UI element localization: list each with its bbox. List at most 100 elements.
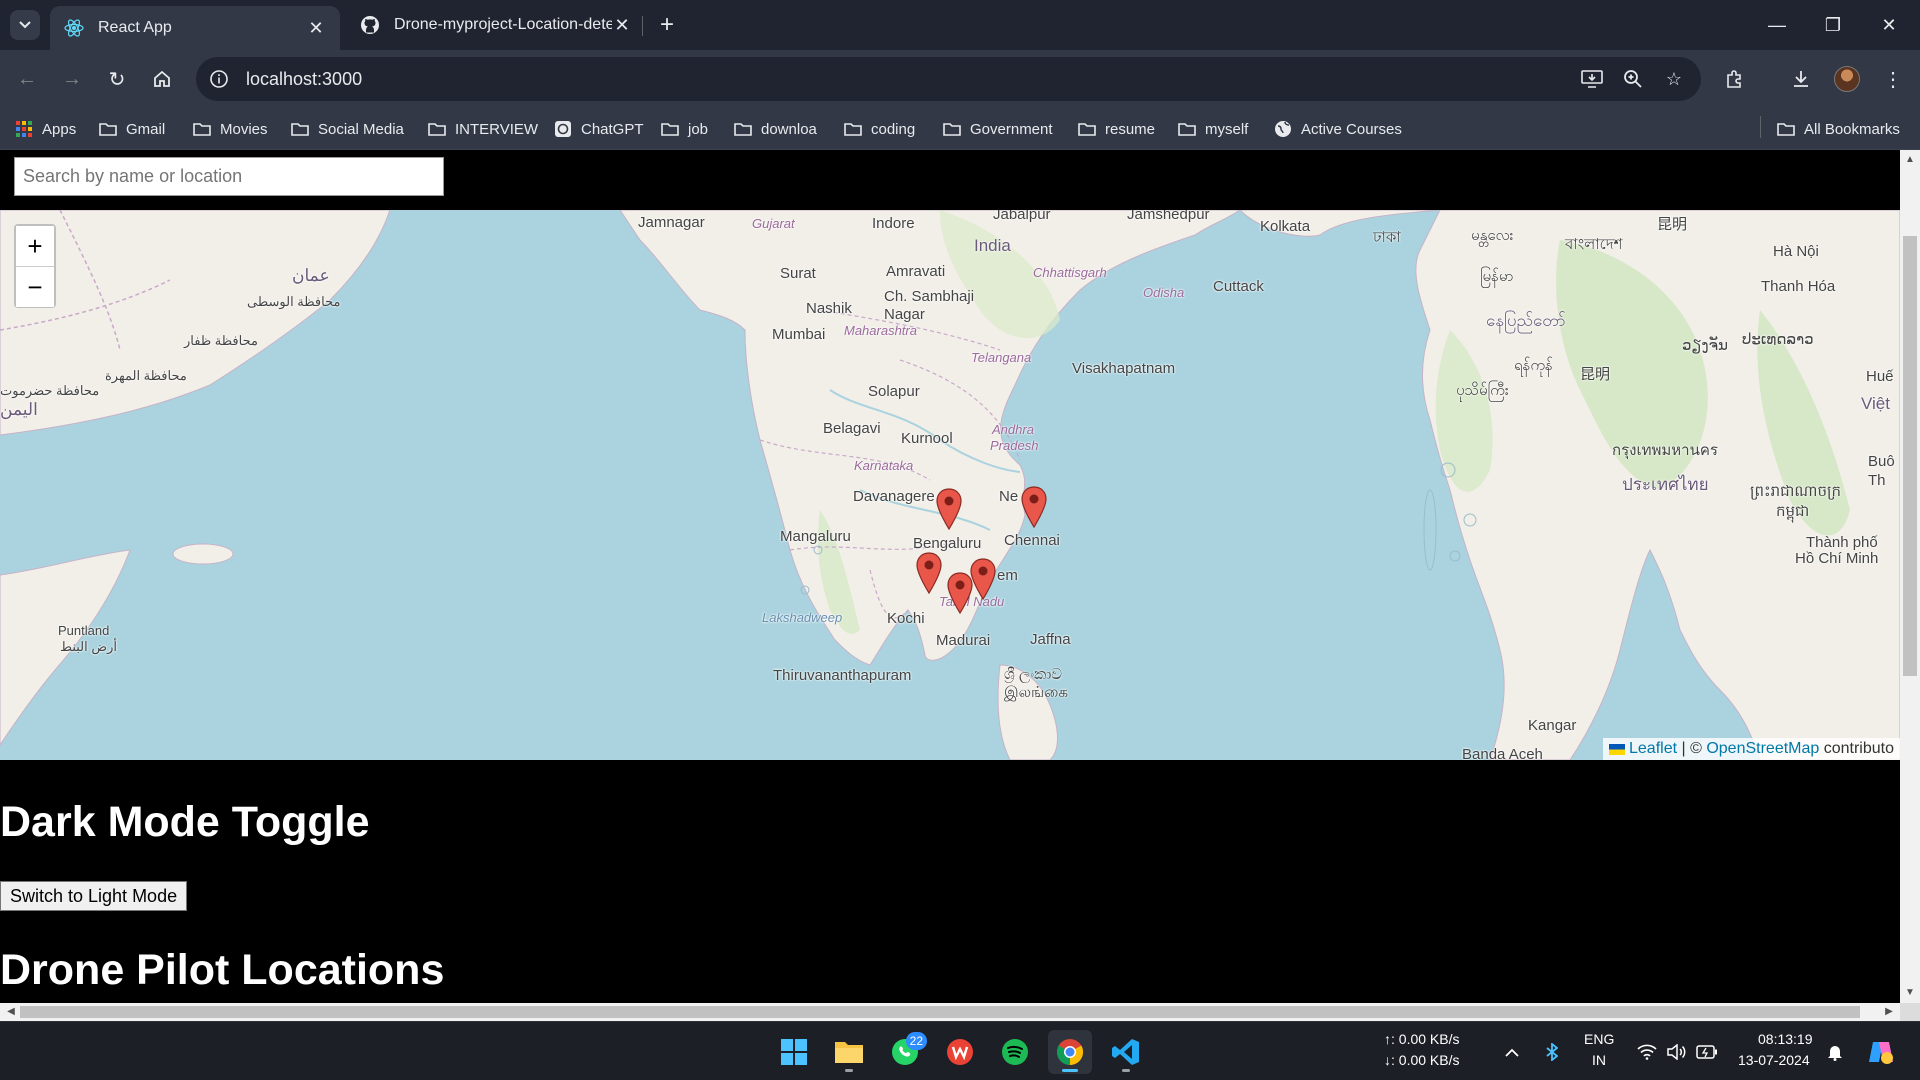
all-bookmarks[interactable]: All Bookmarks [1776,116,1900,142]
url-text: localhost:3000 [246,68,363,89]
wps-office-button[interactable] [938,1030,982,1074]
bookmark-social-media[interactable]: Social Media [290,116,404,142]
bookmark-coding[interactable]: coding [843,116,915,142]
chrome-button[interactable] [1048,1030,1092,1074]
leaflet-link[interactable]: Leaflet [1629,740,1677,758]
bookmark-active-courses[interactable]: Active Courses [1273,116,1402,142]
map-label: عمان [292,266,330,285]
new-tab-icon[interactable]: + [652,10,682,40]
clock-time[interactable]: 08:13:19 [1758,1031,1813,1047]
scroll-up-icon[interactable]: ▲ [1900,152,1920,168]
scrollbar-thumb[interactable] [1903,236,1917,676]
start-button[interactable] [772,1030,816,1074]
menu-kebab-icon[interactable]: ⋮ [1876,62,1910,96]
bookmark-label: myself [1205,120,1249,138]
map-marker-icon[interactable] [970,558,996,600]
toggle-theme-button[interactable]: Switch to Light Mode [0,881,188,911]
zoom-icon[interactable] [1618,64,1648,94]
wifi-icon[interactable] [1635,1040,1659,1064]
bluetooth-icon[interactable] [1540,1040,1564,1064]
scroll-right-icon[interactable]: ▶ [1880,1003,1898,1021]
tab-github-repo[interactable]: Drone-myproject-Location-dete ✕ [346,6,646,44]
map-label: မြန်မာ [1480,268,1514,285]
map-label: ঢাকা [1373,229,1401,246]
ukraine-flag-icon [1609,743,1625,755]
chevron-up-icon[interactable] [1500,1040,1524,1064]
map-label: Telangana [971,350,1032,365]
region-code[interactable]: IN [1592,1052,1606,1068]
extensions-icon[interactable] [1718,62,1752,96]
scrollbar-thumb[interactable] [20,1006,1860,1018]
bookmark-myself[interactable]: myself [1177,116,1248,142]
forward-icon[interactable]: → [55,62,89,96]
back-icon[interactable]: ← [10,62,44,96]
bookmark-star-icon[interactable]: ☆ [1659,64,1689,94]
site-info-icon[interactable] [204,64,234,94]
battery-icon[interactable] [1695,1040,1719,1064]
install-app-icon[interactable] [1577,64,1607,94]
running-indicator [1062,1069,1078,1072]
clock-date[interactable]: 13-07-2024 [1738,1052,1810,1068]
scroll-down-icon[interactable]: ▼ [1900,985,1920,1001]
map-label: Solapur [868,383,920,400]
map-container[interactable]: Jamnagar Gujarat Indore Jabalpur Jamshed… [0,210,1900,760]
map-marker-icon[interactable] [1021,486,1047,528]
close-tab-icon[interactable]: ✕ [612,15,632,36]
attribution-suffix: contributo [1819,740,1894,757]
search-input[interactable] [15,158,443,195]
notification-bell-icon[interactable] [1823,1040,1847,1064]
download-icon[interactable] [1784,62,1818,96]
reload-icon[interactable]: ↻ [100,62,134,96]
bookmark-chatgpt[interactable]: ChatGPT [553,116,644,142]
bookmark-resume[interactable]: resume [1077,116,1155,142]
openstreetmap-link[interactable]: OpenStreetMap [1706,740,1819,758]
map-marker-icon[interactable] [947,572,973,614]
spotify-button[interactable] [993,1030,1037,1074]
map-label: Jamnagar [638,214,705,231]
bookmark-gmail[interactable]: Gmail [98,116,165,142]
tab-react-app[interactable]: React App ✕ [50,6,340,50]
bookmark-interview[interactable]: INTERVIEW [427,116,538,142]
map-marker-icon[interactable] [936,488,962,530]
chrome-icon [1056,1039,1084,1066]
home-icon[interactable] [145,62,179,96]
tab-search-chevron-icon[interactable] [10,10,40,40]
github-icon [360,15,380,35]
scroll-left-icon[interactable]: ◀ [2,1003,20,1021]
bookmark-job[interactable]: job [660,116,708,142]
map-label: မန္တလေး [1471,227,1514,244]
volume-icon[interactable] [1665,1040,1689,1064]
copilot-icon[interactable] [1866,1037,1896,1067]
bookmark-movies[interactable]: Movies [192,116,268,142]
close-tab-icon[interactable]: ✕ [306,18,326,39]
close-window-icon[interactable]: ✕ [1862,0,1916,50]
restore-icon[interactable]: ❐ [1806,0,1860,50]
map-label: Kurnool [901,430,953,447]
bookmark-apps[interactable]: Apps [14,116,76,142]
map-marker-icon[interactable] [916,552,942,594]
bookmark-downloa[interactable]: downloa [733,116,817,142]
vertical-scrollbar[interactable]: ▲ ▼ [1900,150,1920,1003]
map-label: Nashik [806,300,852,317]
address-bar[interactable]: localhost:3000 ☆ [196,57,1701,101]
zoom-in-button[interactable]: + [16,226,54,266]
zoom-out-button[interactable]: − [16,267,54,307]
map-label: ព្រះរាជាណាចក្រ [1750,483,1841,500]
file-explorer-button[interactable] [827,1030,871,1074]
vscode-button[interactable] [1104,1030,1148,1074]
map-label: ประเทศไทย [1622,475,1709,494]
minimize-icon[interactable]: — [1750,0,1804,50]
search-box [14,157,444,196]
bookmark-government[interactable]: Government [942,116,1053,142]
spotify-icon [1002,1039,1028,1065]
horizontal-scrollbar[interactable]: ◀ ▶ [0,1003,1900,1021]
map-label: Belagavi [823,420,881,437]
folder-icon [192,120,212,138]
folder-icon [1776,120,1796,138]
scrollbar-corner [1900,1003,1920,1021]
map-label: Visakhapatnam [1072,360,1176,377]
profile-avatar[interactable] [1834,66,1860,92]
language-code[interactable]: ENG [1584,1031,1614,1047]
whatsapp-button[interactable]: 22 [883,1030,927,1074]
browser-toolbar: ← → ↻ localhost:3000 ☆ ⋮ [0,50,1920,108]
